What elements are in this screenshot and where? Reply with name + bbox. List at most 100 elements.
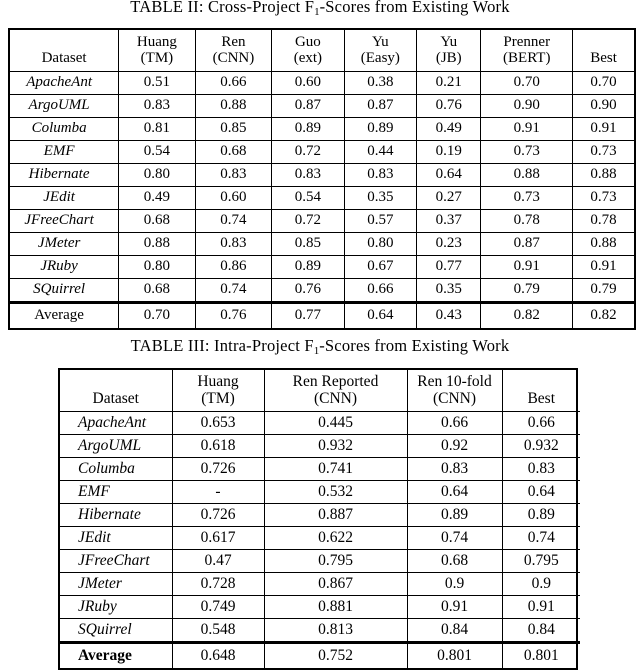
average-score-cell: 0.648 [171,641,265,668]
score-cell: 0.72 [271,140,345,164]
score-cell: 0.38 [343,71,418,95]
table-2-caption-prefix: TABLE II: Cross-Project F [130,0,315,16]
score-cell: 0.9 [501,572,580,596]
score-cell: 0.532 [263,480,408,504]
score-cell: 0.91 [406,595,503,619]
column-header-line2: (Easy) [360,49,400,66]
table-2-column-header: Guo (ext) [271,30,345,72]
dataset-name-cell: SQuirrel [60,618,173,643]
column-header-line1 [60,374,171,390]
dataset-name-cell: ApacheAnt [10,71,120,95]
dataset-name-cell: JMeter [60,572,173,596]
column-header-line2: Dataset [92,389,139,407]
dataset-name-cell: JRuby [10,255,120,279]
score-cell: 0.68 [406,549,503,573]
score-cell: 0.60 [194,186,273,210]
table-row: JMeter 0.728 0.867 0.9 0.9 [60,572,580,596]
average-score-cell: 0.70 [118,301,196,328]
column-header-line1: Yu [440,33,458,50]
score-cell: 0.795 [263,549,408,573]
table-row: ArgoUML 0.618 0.932 0.92 0.932 [60,434,580,458]
average-score-cell: 0.43 [416,301,482,328]
score-cell: 0.80 [343,232,418,256]
column-header-line1: Prenner [503,33,551,50]
column-header-line1 [574,35,634,51]
score-cell: 0.92 [406,434,503,458]
score-cell: 0.90 [572,94,634,118]
score-cell: 0.728 [171,572,265,596]
table-2-column-header: Dataset [10,30,120,72]
score-cell: 0.795 [501,549,580,573]
score-cell: 0.83 [194,163,273,187]
average-score-cell: 0.77 [271,301,345,328]
score-cell: 0.91 [480,255,574,279]
table-2-column-header: Yu (Easy) [343,30,418,72]
score-cell: 0.70 [480,71,574,95]
dataset-name-cell: SQuirrel [10,278,120,303]
score-cell: 0.76 [271,278,345,303]
score-cell: 0.83 [118,94,196,118]
score-cell: 0.91 [480,117,574,141]
score-cell: 0.35 [343,186,418,210]
cross-project-f1-table: Dataset Huang (TM) Ren (CNN) Guo (ext) Yu (Easy)… [8,28,636,330]
score-cell: 0.73 [572,186,634,210]
intra-project-f1-table: Dataset Huang (TM) Ren Reported (CNN) Ren 10-… [58,368,580,670]
score-cell: 0.68 [118,278,196,303]
column-header-line1: Yu [372,33,389,50]
table-3-caption-prefix: TABLE III: Intra-Project F [130,336,314,355]
table-2-column-header: Huang (TM) [118,30,196,72]
score-cell: 0.21 [416,71,482,95]
dataset-name-cell: Hibernate [10,163,120,187]
score-cell: 0.88 [480,163,574,187]
score-cell: 0.60 [271,71,345,95]
score-cell: 0.932 [263,434,408,458]
score-cell: 0.881 [263,595,408,619]
score-cell: 0.37 [416,209,482,233]
score-cell: 0.76 [416,94,482,118]
score-cell: 0.83 [501,457,580,481]
column-header-line2: (CNN) [432,389,477,407]
score-cell: 0.49 [118,186,196,210]
table-2-caption: TABLE II: Cross-Project F1-Scores from E… [0,0,640,18]
column-header-line1: Ren Reported [292,373,379,391]
score-cell: 0.66 [343,278,418,303]
score-cell: 0.445 [263,411,408,435]
table-row: Columba 0.81 0.85 0.89 0.89 0.49 0.91 0.91 [10,117,634,141]
table-row: ApacheAnt 0.653 0.445 0.66 0.66 [60,411,580,435]
table-row: JEdit 0.617 0.622 0.74 0.74 [60,526,580,550]
score-cell: 0.70 [572,71,634,95]
table-3-caption-suffix: -Scores from Existing Work [319,336,510,355]
average-row: Average 0.70 0.76 0.77 0.64 0.43 0.82 0.82 [10,301,634,328]
score-cell: 0.813 [263,618,408,643]
score-cell: 0.49 [416,117,482,141]
score-cell: 0.64 [416,163,482,187]
score-cell: 0.88 [572,232,634,256]
column-header-line2: (TM) [140,49,174,66]
average-score-cell: 0.82 [572,301,634,328]
dataset-name-cell: JFreeChart [60,549,173,573]
column-header-line1: Ren 10-fold [417,373,492,391]
table-3-column-header: Ren 10-fold (CNN) [406,370,503,412]
score-cell: 0.88 [118,232,196,256]
table-2-column-header: Ren (CNN) [194,30,273,72]
score-cell: 0.54 [271,186,345,210]
score-cell: 0.867 [263,572,408,596]
dataset-name-cell: Columba [60,457,173,481]
score-cell: 0.79 [572,278,634,303]
table-row: ApacheAnt 0.51 0.66 0.60 0.38 0.21 0.70 0.70 [10,71,634,95]
score-cell: 0.66 [194,71,273,95]
column-header-line2: (BERT) [503,49,551,66]
dataset-name-cell: ApacheAnt [60,411,173,435]
score-cell: - [171,480,265,504]
column-header-line1: Huang [136,33,177,50]
score-cell: 0.67 [343,255,418,279]
score-cell: 0.64 [406,480,503,504]
score-cell: 0.89 [343,117,418,141]
table-row: JRuby 0.749 0.881 0.91 0.91 [60,595,580,619]
score-cell: 0.78 [480,209,574,233]
average-score-cell: 0.76 [194,301,273,328]
score-cell: 0.72 [271,209,345,233]
score-cell: 0.91 [572,117,634,141]
score-cell: 0.91 [501,595,580,619]
average-label-cell: Average [60,641,173,668]
